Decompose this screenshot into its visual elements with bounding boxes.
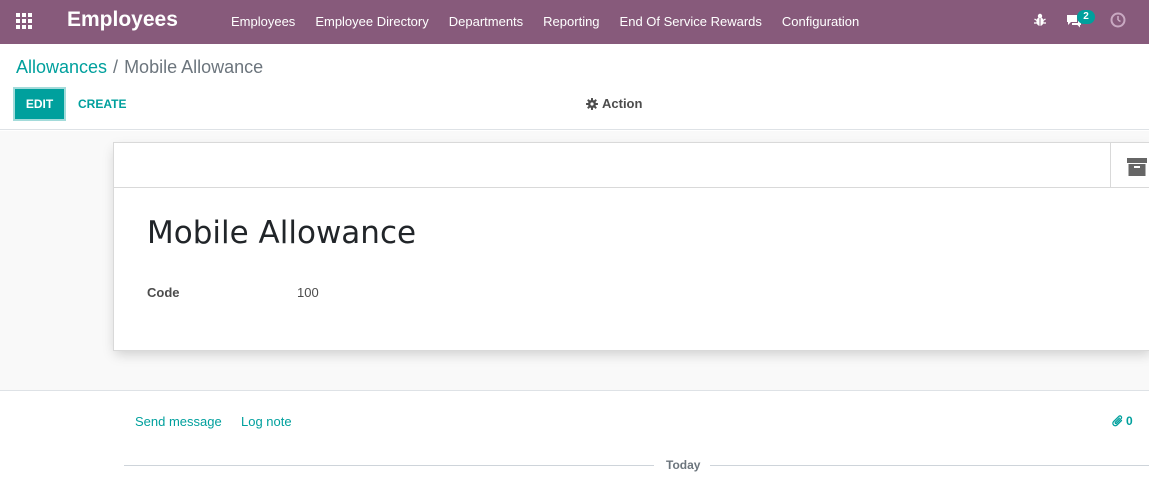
chat-badge: 2 [1077, 10, 1095, 24]
bug-icon[interactable] [1034, 13, 1046, 27]
menu-item-end-of-service-rewards[interactable]: End Of Service Rewards [610, 0, 772, 44]
date-separator: Today [666, 458, 701, 472]
gear-icon [586, 97, 598, 110]
attachments-count: 0 [1126, 414, 1133, 428]
breadcrumb: Allowances / Mobile Allowance [16, 57, 263, 78]
control-panel: Allowances / Mobile Allowance EDIT CREATE … [0, 44, 1149, 130]
menu-item-departments[interactable]: Departments [439, 0, 533, 44]
main-menu: Employees Employee Directory Departments… [221, 0, 869, 44]
paperclip-icon [1112, 414, 1123, 426]
archive-button[interactable] [1110, 143, 1149, 187]
top-navbar: Employees Employees Employee Directory D… [0, 0, 1149, 44]
log-note-button[interactable]: Log note [241, 414, 292, 429]
attachments-button[interactable]: 0 [1112, 414, 1133, 428]
action-dropdown[interactable]: Action [586, 96, 642, 111]
menu-item-employees[interactable]: Employees [221, 0, 305, 44]
archive-icon [1127, 158, 1147, 176]
create-button[interactable]: CREATE [78, 89, 126, 119]
action-label: Action [602, 96, 643, 111]
date-separator-line-left [124, 465, 654, 466]
breadcrumb-parent[interactable]: Allowances [16, 57, 107, 77]
date-separator-line-right [710, 465, 1149, 466]
app-brand[interactable]: Employees [67, 8, 178, 32]
form-sheet: Mobile Allowance Code 100 [113, 142, 1149, 351]
button-box [114, 143, 1149, 188]
menu-item-configuration[interactable]: Configuration [772, 0, 869, 44]
breadcrumb-current: Mobile Allowance [124, 57, 264, 77]
apps-grid-icon[interactable] [16, 13, 34, 29]
record-title: Mobile Allowance [147, 215, 417, 251]
menu-item-employee-directory[interactable]: Employee Directory [305, 0, 438, 44]
clock-icon[interactable] [1110, 12, 1126, 28]
send-message-button[interactable]: Send message [135, 414, 222, 429]
menu-item-reporting[interactable]: Reporting [533, 0, 609, 44]
code-label: Code [147, 285, 180, 300]
code-value: 100 [297, 285, 319, 300]
edit-button[interactable]: EDIT [15, 89, 64, 119]
breadcrumb-separator: / [113, 57, 119, 77]
